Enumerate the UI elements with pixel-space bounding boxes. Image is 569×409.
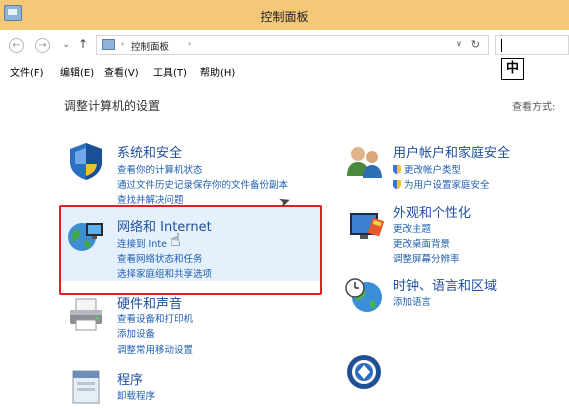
menu-view[interactable]: 查看(V) — [104, 64, 139, 79]
window-title: 控制面板 — [260, 10, 309, 24]
title-bar: 控制面板 — [0, 0, 569, 30]
link-file-history-backup[interactable]: 通过文件历史记录保存你的文件备份副本 — [117, 177, 288, 191]
link-add-language[interactable]: 添加语言 — [393, 294, 431, 308]
link-change-theme[interactable]: 更改主题 — [393, 221, 431, 235]
link-mobility-settings[interactable]: 调整常用移动设置 — [117, 342, 193, 356]
refresh-icon[interactable]: ↻ — [471, 38, 480, 51]
link-change-desktop-background[interactable]: 更改桌面背景 — [393, 236, 450, 250]
address-bar-row: ← → ⌄ ↑ › 控制面板 › ∨ ↻ — [0, 30, 569, 60]
up-arrow-icon[interactable]: ↑ — [78, 37, 88, 51]
link-screen-resolution[interactable]: 调整屏幕分辨率 — [393, 251, 460, 265]
recent-pages-chevron-icon[interactable]: ⌄ — [62, 39, 70, 50]
hand-cursor-icon: ☝ — [170, 230, 181, 251]
menu-help[interactable]: 帮助(H) — [200, 64, 235, 79]
view-by-label: 查看方式: — [512, 102, 556, 113]
menu-edit[interactable]: 编辑(E) — [60, 64, 94, 79]
link-family-safety-label: 为用户设置家庭安全 — [404, 180, 490, 191]
menu-file[interactable]: 文件(F) — [10, 64, 44, 79]
ease-of-access-icon[interactable] — [344, 351, 386, 393]
category-clock-language-title[interactable]: 时钟、语言和区域 — [393, 275, 497, 294]
forward-arrow-icon[interactable]: → — [35, 38, 50, 53]
search-input[interactable] — [495, 35, 569, 55]
category-programs-title[interactable]: 程序 — [117, 369, 143, 388]
breadcrumb-separator-icon[interactable]: › — [188, 39, 191, 48]
programs-icon[interactable] — [65, 365, 107, 407]
menu-bar: 文件(F) 编辑(E) 查看(V) 工具(T) 帮助(H) — [0, 60, 495, 82]
link-add-device[interactable]: 添加设备 — [117, 326, 155, 340]
link-uninstall-program[interactable]: 卸载程序 — [117, 388, 155, 402]
link-view-computer-status[interactable]: 查看你的计算机状态 — [117, 162, 203, 176]
category-user-accounts-title[interactable]: 用户帐户和家庭安全 — [393, 142, 510, 161]
category-hardware-sound-title[interactable]: 硬件和声音 — [117, 293, 182, 312]
annotation-highlight-box — [59, 205, 322, 295]
appearance-icon[interactable] — [344, 205, 386, 247]
uac-shield-icon — [393, 165, 401, 174]
clock-globe-icon[interactable] — [344, 275, 386, 317]
text-caret — [501, 39, 502, 52]
page-title: 调整计算机的设置 — [64, 99, 161, 113]
link-change-account-type[interactable]: 更改帐户类型 — [393, 162, 461, 176]
link-devices-printers[interactable]: 查看设备和打印机 — [117, 311, 193, 325]
category-system-security-title[interactable]: 系统和安全 — [117, 142, 182, 161]
breadcrumb-separator-icon[interactable]: › — [121, 39, 124, 48]
printer-icon[interactable] — [65, 293, 107, 335]
back-arrow-icon[interactable]: ← — [9, 38, 24, 53]
breadcrumb-control-panel[interactable]: 控制面板 — [131, 39, 169, 53]
uac-shield-icon — [393, 180, 401, 189]
link-troubleshoot[interactable]: 查找并解决问题 — [117, 192, 184, 206]
category-appearance-title[interactable]: 外观和个性化 — [393, 202, 471, 221]
users-icon[interactable] — [344, 140, 386, 182]
shield-security-icon[interactable] — [65, 140, 107, 182]
address-field[interactable]: › 控制面板 › ∨ ↻ — [96, 35, 489, 55]
link-family-safety[interactable]: 为用户设置家庭安全 — [393, 177, 490, 191]
link-change-account-type-label: 更改帐户类型 — [404, 165, 462, 176]
ime-indicator[interactable]: 中 — [501, 58, 524, 80]
control-panel-icon — [102, 39, 115, 50]
menu-tools[interactable]: 工具(T) — [153, 64, 187, 79]
address-dropdown-icon[interactable]: ∨ — [456, 39, 462, 48]
